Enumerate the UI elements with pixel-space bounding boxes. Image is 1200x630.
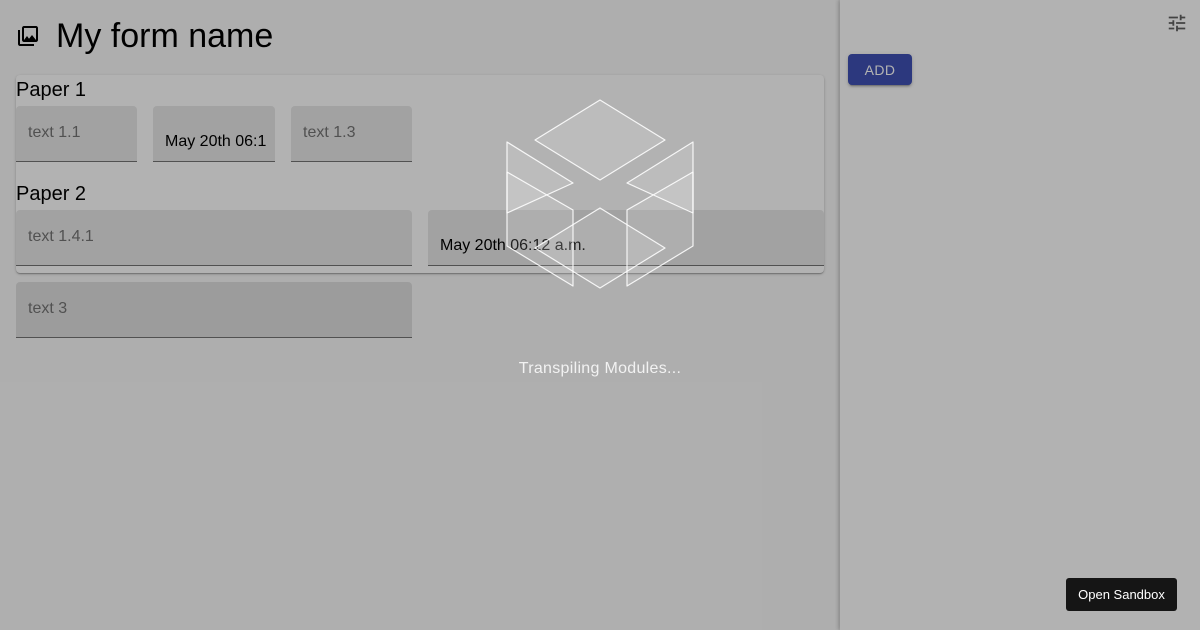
codesandbox-cube-icon — [506, 99, 694, 289]
loading-text: Transpiling Modules... — [518, 360, 682, 377]
open-sandbox-button[interactable]: Open Sandbox — [1066, 578, 1177, 611]
loading-overlay: Transpiling Modules... — [0, 0, 1200, 630]
